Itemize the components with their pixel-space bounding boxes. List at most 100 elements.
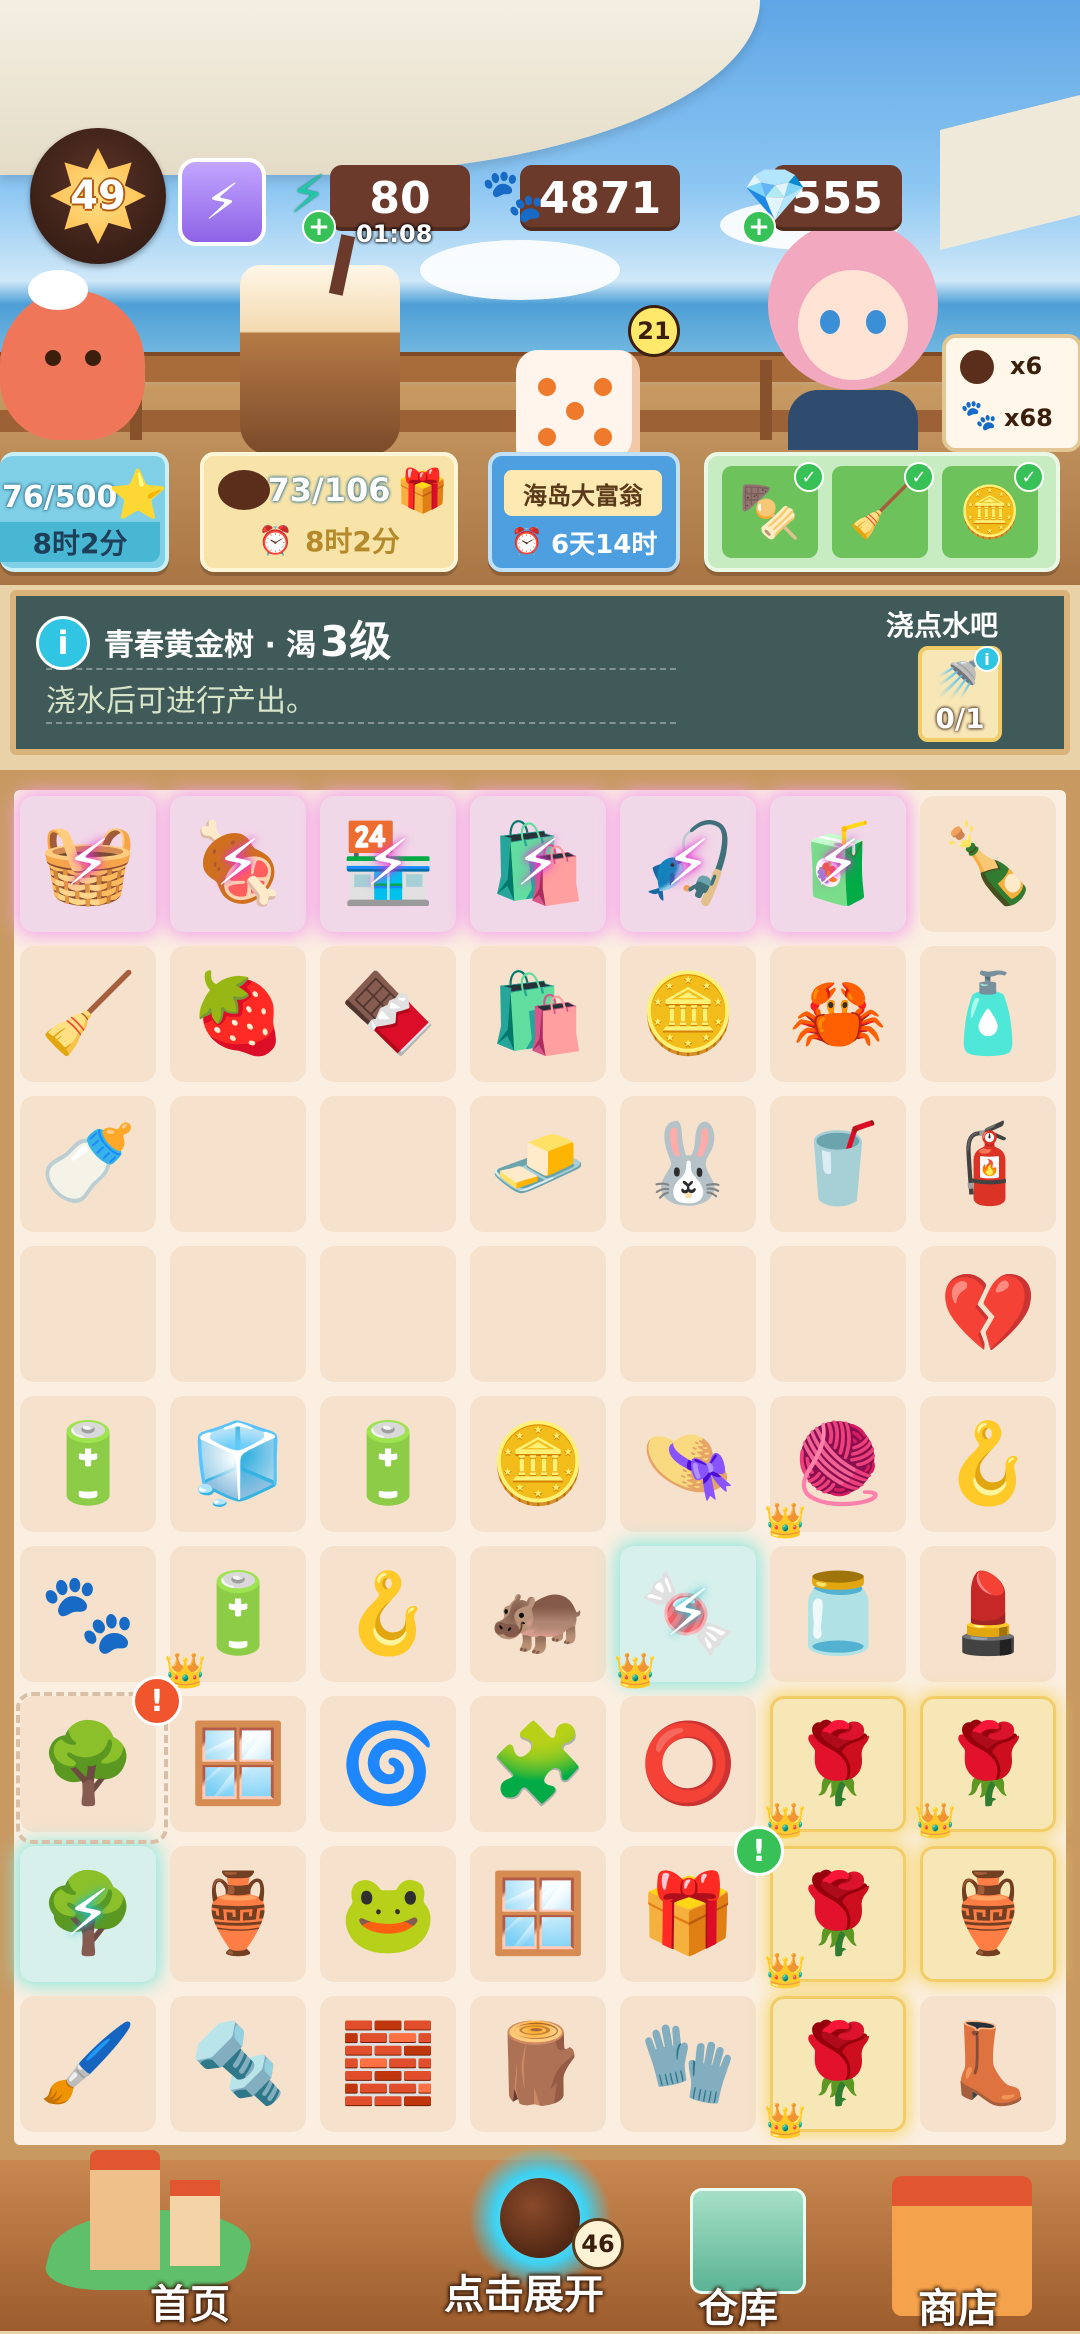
board-cell[interactable]: 🐾 xyxy=(20,1546,156,1682)
board-item-icon: 🧹 xyxy=(39,969,137,1059)
board-cell[interactable] xyxy=(20,1246,156,1382)
divider xyxy=(46,722,676,724)
board-cell[interactable]: 🪙 xyxy=(620,946,756,1082)
nav-expand-button[interactable]: 46 点击展开 xyxy=(430,2130,650,2330)
board-cell[interactable]: 🪙 xyxy=(470,1396,606,1532)
board-cell[interactable]: 🧺 ⚡ xyxy=(20,796,156,932)
board-cell[interactable]: 🌹 👑 xyxy=(764,1996,906,2138)
board-cell[interactable] xyxy=(770,1246,906,1382)
board-cell[interactable]: 🎁 xyxy=(620,1846,756,1982)
board-item-icon: 🥤 xyxy=(789,1119,887,1209)
side-reward-panel[interactable]: x6 🐾 x68 xyxy=(942,334,1080,452)
board-cell[interactable]: 🧱 xyxy=(320,1996,456,2132)
board-cell[interactable]: 🔋 xyxy=(320,1396,456,1532)
order-card[interactable]: 🍢 🧹 🪙 ✓ ✓ ✓ xyxy=(704,452,1060,572)
chocolate-ball-icon xyxy=(500,2178,580,2258)
board-cell[interactable] xyxy=(170,1096,306,1232)
alert-icon[interactable]: ! xyxy=(734,1826,784,1876)
board-cell[interactable]: 🍬 ⚡ 👑 xyxy=(614,1546,756,1688)
task-card-island-monopoly[interactable]: 海岛大富翁 ⏰ 6天14时 xyxy=(488,452,680,572)
board-cell[interactable]: 🪝 xyxy=(920,1396,1056,1532)
board-cell[interactable]: 🐰 xyxy=(620,1096,756,1232)
board-cell[interactable]: 🖌️ xyxy=(20,1996,156,2132)
board-cell[interactable]: 🌹 👑 xyxy=(764,1846,906,1988)
nav-shop-button[interactable]: 商店 xyxy=(880,2170,1060,2332)
board-cell[interactable]: 🦀 xyxy=(770,946,906,1082)
board-cell[interactable]: 🏪 ⚡ xyxy=(320,796,456,932)
board-cell[interactable]: 🧯 xyxy=(920,1096,1056,1232)
board-cell[interactable]: 🦛 xyxy=(470,1546,606,1682)
board-cell[interactable]: 🍾 xyxy=(920,796,1056,932)
board-cell[interactable]: 🎣 ⚡ xyxy=(620,796,756,932)
board-cell[interactable]: 🪟 xyxy=(470,1846,606,1982)
board-cell[interactable]: 🍫 xyxy=(320,946,456,1082)
house-icon xyxy=(90,2150,160,2270)
alert-icon[interactable]: ! xyxy=(132,1676,182,1726)
board-cell[interactable]: 🔋 👑 xyxy=(164,1546,306,1688)
board-cell[interactable]: 🔋 xyxy=(20,1396,156,1532)
info-icon[interactable]: i xyxy=(36,616,90,670)
board-cell[interactable]: 🌹 👑 xyxy=(764,1696,906,1838)
add-energy-button[interactable]: + xyxy=(302,210,336,244)
board-cell[interactable]: 👢 xyxy=(920,1996,1056,2132)
nav-home-button[interactable]: 首页 xyxy=(20,2150,270,2330)
board-cell[interactable]: 💔 xyxy=(920,1246,1056,1382)
board-cell[interactable]: 🌹 👑 xyxy=(914,1696,1056,1838)
energy-boost-icon[interactable]: ⚡ xyxy=(178,158,266,246)
board-cell[interactable]: 👒 xyxy=(620,1396,756,1532)
task-timer: 8时2分 xyxy=(304,525,400,558)
board-cell[interactable]: 🪵 xyxy=(470,1996,606,2132)
board-item-icon: 🍼 xyxy=(39,1119,137,1209)
crown-icon: 👑 xyxy=(764,1951,807,1991)
board-item-icon: 💄 xyxy=(939,1569,1037,1659)
board-cell[interactable]: 🫙 xyxy=(770,1546,906,1682)
board-cell[interactable]: 🧹 xyxy=(20,946,156,1082)
board-cell[interactable] xyxy=(620,1246,756,1382)
task-card-event[interactable]: 76/500 ⭐ 8时2分 xyxy=(0,452,169,572)
nav-storage-button[interactable]: 仓库 xyxy=(680,2180,820,2332)
board-item-icon: 🔋 xyxy=(339,1419,437,1509)
board-cell[interactable]: 🥤 xyxy=(770,1096,906,1232)
board-cell[interactable]: 🛍️ xyxy=(470,946,606,1082)
board-cell[interactable]: 🪝 xyxy=(320,1546,456,1682)
board-cell[interactable]: 🍼 xyxy=(20,1096,156,1232)
board-item-icon: 🧤 xyxy=(639,2019,737,2109)
paw-coin-icon[interactable]: 🐾 xyxy=(468,150,558,240)
board-cell[interactable]: 🍖 ⚡ xyxy=(170,796,306,932)
board-item-icon: 🧴 xyxy=(939,969,1037,1059)
board-cell[interactable]: 🏺 xyxy=(170,1846,306,1982)
event-timer: 6天14时 xyxy=(551,529,658,560)
board-cell[interactable]: 🛍️ ⚡ xyxy=(470,796,606,932)
board-cell[interactable]: 🍓 xyxy=(170,946,306,1082)
board-cell[interactable]: 🌀 xyxy=(320,1696,456,1832)
board-cell[interactable]: 🧃 ⚡ xyxy=(770,796,906,932)
add-gems-button[interactable]: + xyxy=(742,210,776,244)
board-cell[interactable]: ⭕ xyxy=(620,1696,756,1832)
board-cell[interactable] xyxy=(470,1246,606,1382)
board-cell[interactable]: 🏺 xyxy=(920,1846,1056,1982)
board-cell[interactable]: 🌳 ⚡ xyxy=(20,1846,156,1982)
octopus-chef-character[interactable] xyxy=(0,270,145,440)
cookie-count: x6 xyxy=(1010,352,1043,380)
board-cell[interactable]: 🧤 xyxy=(620,1996,756,2132)
board-cell[interactable] xyxy=(320,1096,456,1232)
board-item-icon: 🪝 xyxy=(939,1419,1037,1509)
board-cell[interactable]: 🧴 xyxy=(920,946,1056,1082)
board-cell[interactable] xyxy=(320,1246,456,1382)
board-cell[interactable]: 🧶 👑 xyxy=(764,1396,906,1538)
board-cell[interactable]: 💄 xyxy=(920,1546,1056,1682)
board-cell[interactable]: 🔩 xyxy=(170,1996,306,2132)
player-level-badge[interactable]: 49 xyxy=(30,128,166,264)
board-cell[interactable]: 🧈 xyxy=(470,1096,606,1232)
board-item-icon: ⭕ xyxy=(639,1719,737,1809)
info-icon[interactable]: i xyxy=(974,646,1000,672)
board-cell[interactable]: 🪟 xyxy=(170,1696,306,1832)
board-cell[interactable]: 🐸 xyxy=(320,1846,456,1982)
board-item-icon: 🐰 xyxy=(639,1119,737,1209)
board-cell[interactable] xyxy=(170,1246,306,1382)
task-progress: 76/500 xyxy=(2,480,118,515)
board-cell[interactable]: 🧊 xyxy=(170,1396,306,1532)
shopkeeper-character[interactable] xyxy=(758,210,948,450)
board-cell[interactable]: 🧩 xyxy=(470,1696,606,1832)
task-card-chocolate[interactable]: 73/106 🎁 ⏰ 8时2分 xyxy=(200,452,458,572)
